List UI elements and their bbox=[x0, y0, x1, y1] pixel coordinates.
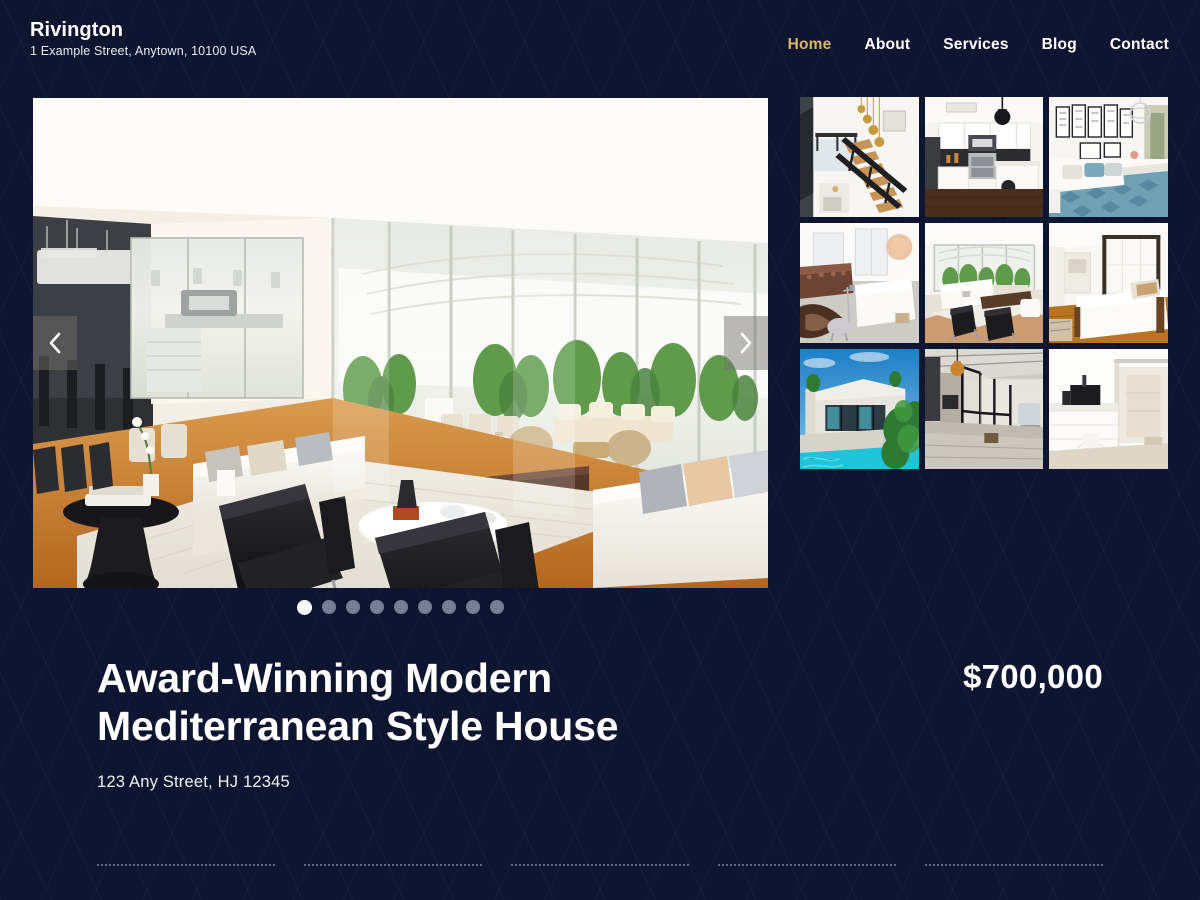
brand-block[interactable]: Rivington 1 Example Street, Anytown, 101… bbox=[30, 20, 256, 58]
listing-title: Award-Winning Modern Mediterranean Style… bbox=[97, 655, 619, 749]
stat-divider bbox=[511, 864, 689, 866]
page-root: Rivington 1 Example Street, Anytown, 101… bbox=[0, 0, 1200, 900]
listing-stat-1 bbox=[97, 864, 275, 900]
thumbnail-item-4[interactable] bbox=[800, 223, 919, 343]
listing-stat-4 bbox=[718, 864, 896, 900]
carousel-dot-3[interactable] bbox=[346, 600, 360, 614]
nav-item-services[interactable]: Services bbox=[943, 37, 1008, 53]
nav-item-blog[interactable]: Blog bbox=[1042, 37, 1077, 53]
thumbnail-item-6[interactable] bbox=[1049, 223, 1168, 343]
carousel-pagination bbox=[33, 597, 768, 617]
carousel-next-button[interactable] bbox=[724, 316, 768, 370]
carousel-dot-7[interactable] bbox=[442, 600, 456, 614]
main-navigation: Home About Services Blog Contact bbox=[788, 37, 1169, 53]
thumbnail-item-9[interactable] bbox=[1049, 349, 1168, 469]
listing-address: 123 Any Street, HJ 12345 bbox=[97, 773, 290, 791]
carousel-dot-1[interactable] bbox=[297, 599, 312, 615]
carousel-dot-6[interactable] bbox=[418, 600, 432, 614]
thumbnail-item-2[interactable] bbox=[924, 97, 1044, 217]
listing-summary: Award-Winning Modern Mediterranean Style… bbox=[0, 640, 1200, 840]
thumbnail-item-3[interactable] bbox=[1049, 97, 1168, 217]
nav-item-home[interactable]: Home bbox=[788, 37, 832, 53]
listing-stats-row bbox=[97, 864, 1103, 900]
carousel-prev-button[interactable] bbox=[33, 316, 77, 370]
stat-divider bbox=[718, 864, 896, 866]
stat-divider bbox=[925, 864, 1103, 866]
nav-item-contact[interactable]: Contact bbox=[1110, 37, 1169, 53]
carousel-dot-8[interactable] bbox=[466, 600, 480, 614]
site-header: Rivington 1 Example Street, Anytown, 101… bbox=[0, 0, 1200, 92]
listing-stat-2 bbox=[304, 864, 482, 900]
hero-slide-image bbox=[33, 98, 768, 588]
chevron-right-icon bbox=[738, 331, 754, 355]
thumbnail-item-7[interactable] bbox=[800, 349, 919, 469]
carousel-dot-5[interactable] bbox=[394, 600, 408, 614]
nav-item-about[interactable]: About bbox=[865, 37, 911, 53]
carousel-dot-4[interactable] bbox=[370, 600, 384, 614]
brand-name: Rivington bbox=[30, 19, 124, 41]
stat-divider bbox=[304, 864, 482, 866]
listing-stat-3 bbox=[511, 864, 689, 900]
thumbnail-item-1[interactable] bbox=[800, 97, 919, 217]
thumbnail-item-5[interactable] bbox=[924, 223, 1044, 343]
thumbnail-item-8[interactable] bbox=[924, 349, 1044, 469]
brand-address: 1 Example Street, Anytown, 10100 USA bbox=[30, 44, 257, 58]
listing-price: $700,000 bbox=[962, 658, 1103, 695]
stat-divider bbox=[97, 864, 275, 866]
listing-stat-5 bbox=[925, 864, 1103, 900]
thumbnail-gallery bbox=[800, 97, 1168, 469]
hero-carousel[interactable] bbox=[33, 98, 768, 588]
carousel-dot-2[interactable] bbox=[322, 600, 336, 614]
carousel-dot-9[interactable] bbox=[490, 600, 504, 614]
chevron-left-icon bbox=[47, 331, 63, 355]
